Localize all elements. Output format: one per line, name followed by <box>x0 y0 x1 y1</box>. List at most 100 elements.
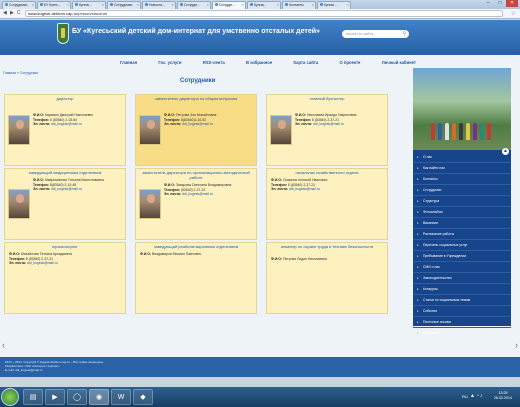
sidebar-item[interactable]: СМИ о нас <box>413 262 511 273</box>
employee-phone: 8 (83540) 2-37-21 <box>311 117 340 122</box>
browser-tab[interactable]: Сотрудн... × <box>177 1 211 9</box>
site-title[interactable]: БУ «Кугесьский детский дом-интернат для … <box>72 28 320 35</box>
employee-position[interactable]: заведующий медицинским отделением <box>5 170 125 175</box>
start-button[interactable] <box>1 388 19 406</box>
employee-email[interactable]: ddi_kugesk@mail.ru <box>51 187 82 191</box>
employee-position[interactable]: юрисконсульт <box>5 244 125 249</box>
reload-button[interactable]: C <box>17 10 21 16</box>
taskbar-media-icon[interactable]: ▶ <box>45 389 65 405</box>
sidebar-item[interactable]: Партнеры <box>413 328 511 339</box>
employee-position[interactable]: заместитель директора по общим вопросам <box>136 96 256 101</box>
close-tab-icon[interactable]: × <box>137 2 139 7</box>
employee-info: Ф.И.О: Карамин Дмитрий Николаевич Телефо… <box>33 113 94 127</box>
employee-info: Ф.И.О: Мавроминова Татьяна Вячеславовна … <box>33 178 104 192</box>
site-logo[interactable] <box>57 23 69 44</box>
close-tab-icon[interactable]: × <box>277 2 279 7</box>
employee-email[interactable]: ddi_kugesk@mail.ru <box>289 187 320 191</box>
close-tab-icon[interactable]: × <box>67 2 69 7</box>
taskbar-chrome-icon[interactable]: ◉ <box>89 389 109 405</box>
sidebar-item[interactable]: Перечень социальных услуг <box>413 240 511 251</box>
taskbar-app-icon[interactable]: ◆ <box>133 389 153 405</box>
employee-phone: 8(83540)2-16-92 <box>180 117 207 122</box>
minimize-button[interactable]: – <box>482 0 494 7</box>
employee-position[interactable]: главный бухгалтер <box>267 96 387 101</box>
maximize-button[interactable]: □ <box>494 0 506 7</box>
employee-email[interactable]: ddi_kugesk@mail.ru <box>182 192 213 196</box>
sidebar-item[interactable]: Контакты <box>413 174 511 185</box>
nav-account[interactable]: Личный кабинет <box>382 60 416 65</box>
tray-icons[interactable]: ▲◔♪ <box>470 393 483 399</box>
page-title: Сотрудники <box>180 78 216 84</box>
employee-info: Ф.И.О: Захарова Светлана Владимировна Те… <box>164 183 232 197</box>
browser-tab[interactable]: Кугесь... × <box>317 1 351 9</box>
employee-position[interactable]: заместитель директора по организационно-… <box>136 170 256 180</box>
nav-home[interactable]: Главная <box>120 60 137 65</box>
employee-position[interactable]: инженер по охране труда и технике безопа… <box>267 244 387 249</box>
sidebar: ▲ О нас Как найти нас Контакты Сотрудник… <box>413 68 511 339</box>
close-tab-icon[interactable]: × <box>32 2 34 7</box>
favicon-icon <box>285 3 288 7</box>
employee-email[interactable]: ddi_kugesk@mail.ru <box>313 122 344 126</box>
close-tab-icon[interactable]: × <box>347 2 349 7</box>
close-tab-icon[interactable]: × <box>172 2 174 7</box>
bookmark-star-icon[interactable]: ☆ <box>511 10 516 17</box>
sidebar-item[interactable]: Структура <box>413 196 511 207</box>
browser-tab[interactable]: Кугесь... × <box>72 1 106 9</box>
clock[interactable]: 13:25 26.02.2014 <box>494 391 512 401</box>
language-indicator[interactable]: RU <box>462 394 468 399</box>
employee-card: заместитель директора по общим вопросам … <box>135 94 257 166</box>
employee-fio: Петрова Зоя Михайловна <box>175 113 217 117</box>
employee-phone: 8 (83540) 2-15-84 <box>49 117 78 122</box>
taskbar-word-icon[interactable]: W <box>111 389 131 405</box>
browser-tab[interactable]: Сотрудники × <box>2 1 36 9</box>
close-tab-icon[interactable]: × <box>207 2 209 7</box>
back-button[interactable]: ◀ <box>3 10 7 16</box>
nav-gos-uslugi[interactable]: Гос. услуги <box>158 60 181 65</box>
sidebar-item[interactable]: Законодательство <box>413 273 511 284</box>
sidebar-item[interactable]: Расписание работы <box>413 229 511 240</box>
slide-left-icon[interactable]: ‹ <box>2 340 5 350</box>
nav-rss[interactable]: RSS-лента <box>203 60 225 65</box>
employee-position[interactable]: заведующий реабилитационным отделением <box>136 244 256 249</box>
nav-sitemap[interactable]: Карта сайта <box>294 60 319 65</box>
slide-right-icon[interactable]: › <box>515 340 518 350</box>
url-field[interactable]: www.kugesk-detdom.cap.ru/person/structur… <box>25 10 503 17</box>
forward-button[interactable]: ▶ <box>10 10 14 16</box>
favicon-icon <box>320 3 323 7</box>
sidebar-item[interactable]: События <box>413 306 511 317</box>
sidebar-item[interactable]: Вакансии <box>413 218 511 229</box>
close-tab-icon[interactable]: × <box>242 2 244 7</box>
sidebar-item[interactable]: Сотрудники <box>413 185 511 196</box>
taskbar-opera-icon[interactable]: ◯ <box>67 389 87 405</box>
employee-card: юрисконсульт Ф.И.О: Михайлова Татьяна Ар… <box>4 242 126 314</box>
browser-tab[interactable]: Контакты × <box>282 1 316 9</box>
browser-tab[interactable]: БУ Кугес... × <box>37 1 71 9</box>
browser-tab[interactable]: Сотрудники × <box>107 1 141 9</box>
employee-info: Ф.И.О: Смирнов Алексей Иванович Телефон:… <box>271 178 328 192</box>
close-window-button[interactable]: ✕ <box>506 0 518 7</box>
nav-favorites[interactable]: В избранное <box>246 60 272 65</box>
employee-email[interactable]: ddi_kugesk@mail.ru <box>27 261 58 265</box>
employee-position[interactable]: директор <box>5 96 125 101</box>
employee-email[interactable]: ddi_kugesk@mail.ru <box>51 122 82 126</box>
search-input[interactable]: поиск по сайту... ⚲ <box>342 30 409 38</box>
close-tab-icon[interactable]: × <box>102 2 104 7</box>
sidebar-item[interactable]: Фотоальбом <box>413 207 511 218</box>
nav-about-project[interactable]: О проекте <box>340 60 361 65</box>
sidebar-item[interactable]: Как найти нас <box>413 163 511 174</box>
search-icon[interactable]: ⚲ <box>402 30 406 38</box>
browser-tab[interactable]: Новости... × <box>142 1 176 9</box>
sidebar-item[interactable]: Статьи по социальным темам <box>413 295 511 306</box>
close-tab-icon[interactable]: × <box>312 2 314 7</box>
employee-position[interactable]: начальник хозяйственного отдела <box>267 170 387 175</box>
browser-tab[interactable]: Кугесь... × <box>247 1 281 9</box>
taskbar-explorer-icon[interactable]: ▤ <box>23 389 43 405</box>
sidebar-item[interactable]: О нас <box>413 152 511 163</box>
browser-tab-active[interactable]: Сотрудн... × <box>212 1 246 9</box>
breadcrumb[interactable]: Главная » Сотрудники <box>3 71 38 75</box>
sidebar-item[interactable]: Пребывание в Учреждении <box>413 251 511 262</box>
employee-email[interactable]: ddi_kugesk@mail.ru <box>182 122 213 126</box>
sidebar-item[interactable]: Конкурсы <box>413 284 511 295</box>
sidebar-item[interactable]: Полезные ссылки <box>413 317 511 328</box>
favicon-icon <box>110 3 113 7</box>
